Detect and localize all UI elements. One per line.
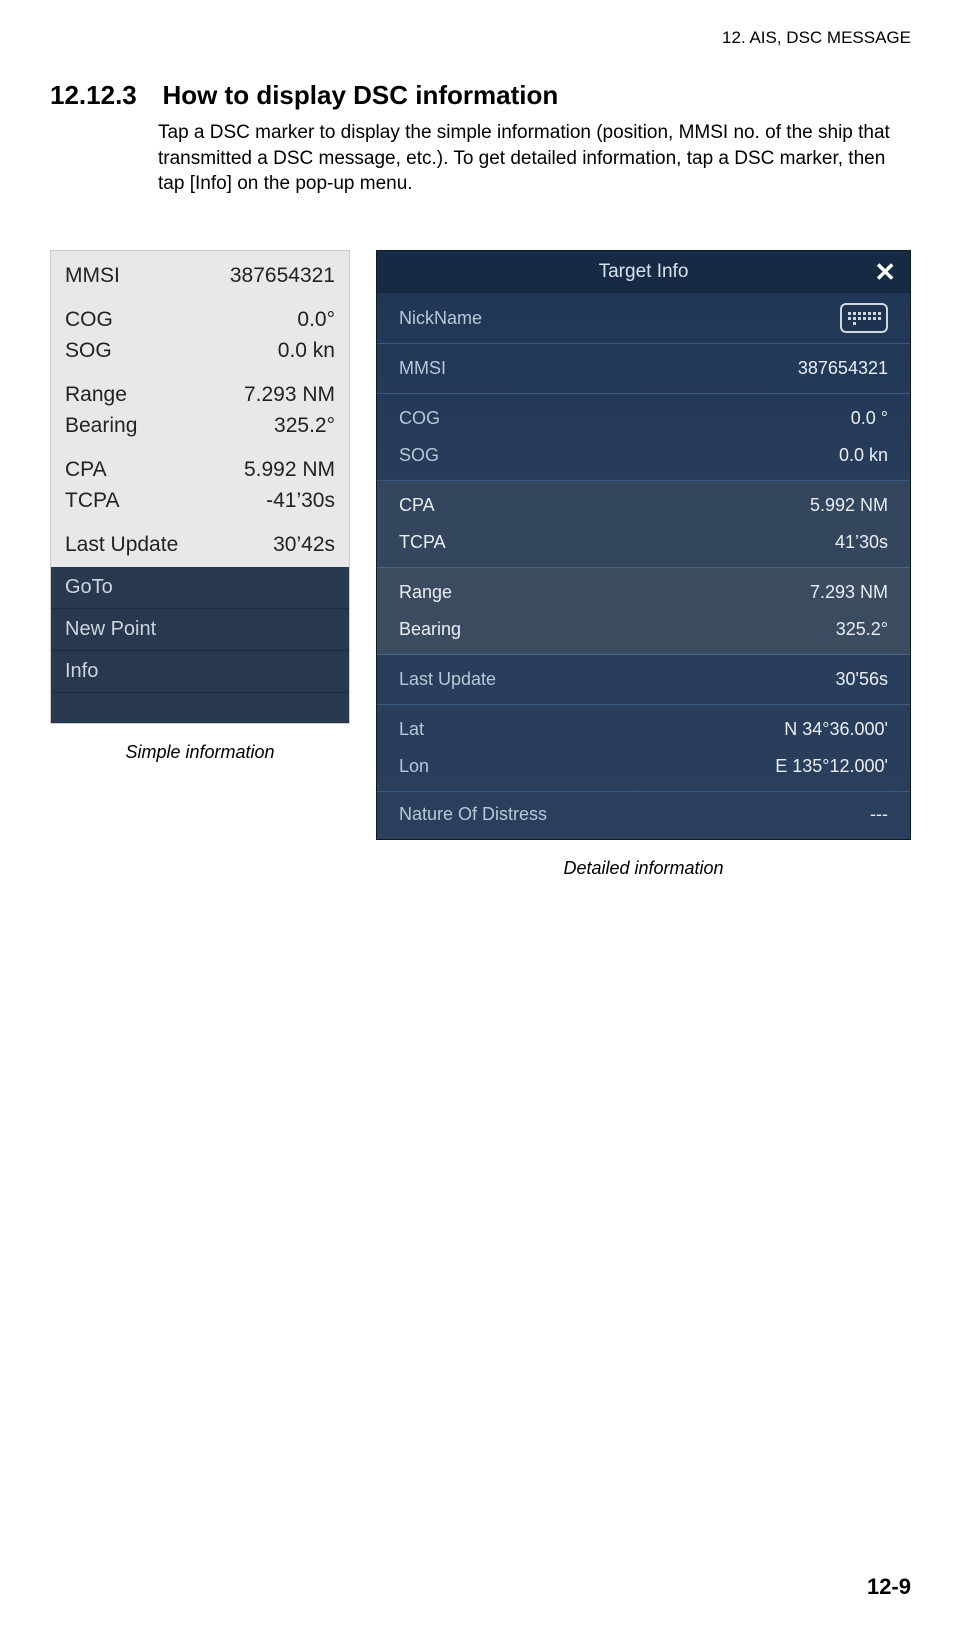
label-nickname: NickName	[399, 308, 482, 329]
detail-row-nickname[interactable]: NickName	[377, 293, 910, 344]
detail-caption: Detailed information	[376, 858, 911, 879]
value-bearing: 325.2°	[274, 411, 335, 441]
detail-row-cpa: CPA 5.992 NM	[377, 487, 910, 524]
value-mmsi-d: 387654321	[798, 358, 888, 379]
label-cog: COG	[65, 305, 113, 335]
simple-row-cpa: CPA 5.992 NM	[65, 455, 335, 485]
detail-header: Target Info ✕	[377, 251, 910, 293]
label-last-d: Last Update	[399, 669, 496, 690]
detail-row-sog: SOG 0.0 kn	[377, 437, 910, 474]
simple-row-sog: SOG 0.0 kn	[65, 336, 335, 366]
label-mmsi: MMSI	[65, 261, 120, 291]
detail-row-cog: COG 0.0 °	[377, 400, 910, 437]
detail-title: Target Info	[599, 261, 689, 282]
menu-new-point[interactable]: New Point	[51, 609, 349, 651]
detailed-info-panel: Target Info ✕ NickName MMS	[376, 250, 911, 840]
value-last-update: 30’42s	[273, 530, 335, 560]
label-cog-d: COG	[399, 408, 440, 429]
detail-row-bearing: Bearing 325.2°	[377, 611, 910, 648]
value-sog: 0.0 kn	[278, 336, 335, 366]
page-number: 12-9	[867, 1574, 911, 1600]
label-lon: Lon	[399, 756, 429, 777]
detail-row-mmsi: MMSI 387654321	[377, 350, 910, 387]
label-cpa: CPA	[65, 455, 107, 485]
value-cpa: 5.992 NM	[244, 455, 335, 485]
label-last-update: Last Update	[65, 530, 178, 560]
label-nod: Nature Of Distress	[399, 804, 547, 825]
label-bearing-d: Bearing	[399, 619, 461, 640]
label-sog-d: SOG	[399, 445, 439, 466]
detail-row-nature-of-distress: Nature Of Distress ---	[377, 792, 910, 839]
detail-row-lon: Lon E 135°12.000'	[377, 748, 910, 785]
value-range-d: 7.293 NM	[810, 582, 888, 603]
simple-row-mmsi: MMSI 387654321	[65, 261, 335, 291]
simple-row-bearing: Bearing 325.2°	[65, 411, 335, 441]
value-tcpa: -41’30s	[266, 486, 335, 516]
value-cpa-d: 5.992 NM	[810, 495, 888, 516]
section-title: How to display DSC information	[162, 80, 558, 111]
label-sog: SOG	[65, 336, 112, 366]
value-range: 7.293 NM	[244, 380, 335, 410]
simple-popup-menu: GoTo New Point Info	[51, 567, 349, 723]
value-lat: N 34°36.000'	[784, 719, 888, 740]
simple-row-last-update: Last Update 30’42s	[65, 530, 335, 560]
simple-row-cog: COG 0.0°	[65, 305, 335, 335]
detail-row-tcpa: TCPA 41’30s	[377, 524, 910, 561]
detail-row-lat: Lat N 34°36.000'	[377, 711, 910, 748]
value-lon: E 135°12.000'	[775, 756, 888, 777]
close-icon[interactable]: ✕	[874, 257, 896, 288]
detail-row-range: Range 7.293 NM	[377, 574, 910, 611]
detail-row-last-update: Last Update 30'56s	[377, 661, 910, 698]
label-cpa-d: CPA	[399, 495, 435, 516]
simple-info-panel: MMSI 387654321 COG 0.0° SOG 0.0 kn Range	[50, 250, 350, 724]
value-mmsi: 387654321	[230, 261, 335, 291]
menu-info[interactable]: Info	[51, 651, 349, 693]
menu-goto[interactable]: GoTo	[51, 567, 349, 609]
value-nod: ---	[870, 804, 888, 825]
simple-caption: Simple information	[50, 742, 350, 763]
value-sog-d: 0.0 kn	[839, 445, 888, 466]
label-tcpa-d: TCPA	[399, 532, 446, 553]
value-last-d: 30'56s	[836, 669, 888, 690]
label-range-d: Range	[399, 582, 452, 603]
label-lat: Lat	[399, 719, 424, 740]
value-tcpa-d: 41’30s	[835, 532, 888, 553]
section-body: Tap a DSC marker to display the simple i…	[158, 120, 911, 197]
section-number: 12.12.3	[50, 80, 158, 111]
keyboard-icon[interactable]	[840, 303, 888, 333]
value-bearing-d: 325.2°	[836, 619, 888, 640]
label-tcpa: TCPA	[65, 486, 119, 516]
page-header: 12. AIS, DSC MESSAGE	[722, 28, 911, 48]
label-range: Range	[65, 380, 127, 410]
section-heading: 12.12.3 How to display DSC information	[50, 80, 911, 111]
label-mmsi-d: MMSI	[399, 358, 446, 379]
simple-row-tcpa: TCPA -41’30s	[65, 486, 335, 516]
simple-row-range: Range 7.293 NM	[65, 380, 335, 410]
value-cog-d: 0.0 °	[851, 408, 888, 429]
label-bearing: Bearing	[65, 411, 137, 441]
value-cog: 0.0°	[297, 305, 335, 335]
